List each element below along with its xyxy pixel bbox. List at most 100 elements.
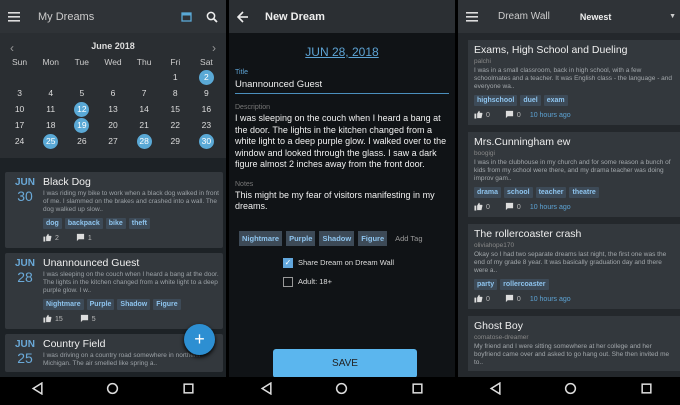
calendar-icon[interactable]	[181, 11, 192, 22]
nav-back-icon[interactable]	[489, 381, 502, 400]
calendar-day[interactable]: 15	[160, 101, 191, 117]
tag-chip[interactable]: theft	[128, 218, 150, 229]
post-card[interactable]: Exams, High School and Dueling palchi I wa…	[468, 40, 680, 125]
calendar-day[interactable]: 16	[191, 101, 222, 117]
back-arrow-icon[interactable]	[237, 10, 249, 23]
description-field[interactable]: I was sleeping on the couch when I heard…	[235, 113, 449, 171]
tag-chip[interactable]: exam	[543, 95, 568, 106]
calendar-day[interactable]: 29	[160, 133, 191, 149]
post-card[interactable]: Mrs.Cunningham ew boogigi I was in the clu…	[468, 132, 680, 217]
nav-recents-icon[interactable]	[411, 382, 424, 400]
adult-checkbox-row[interactable]: Adult: 18+	[283, 276, 449, 287]
nav-recents-icon[interactable]	[640, 382, 653, 400]
tag-chip[interactable]: bike	[105, 218, 126, 229]
calendar-day[interactable]: 13	[97, 101, 128, 117]
tag-chip[interactable]: theatre	[569, 187, 599, 198]
tag-chip[interactable]: Shadow	[319, 230, 355, 246]
comment-icon[interactable]	[80, 314, 89, 325]
thumbs-up-icon[interactable]	[43, 233, 52, 244]
calendar-day[interactable]: 8	[160, 85, 191, 101]
search-icon[interactable]	[206, 11, 218, 23]
add-tag-button[interactable]: Add Tag	[395, 234, 422, 243]
calendar-day[interactable]: 7	[129, 85, 160, 101]
tag-chip[interactable]: dog	[43, 218, 62, 229]
comment-icon[interactable]	[505, 202, 514, 213]
calendar-day[interactable]: 18	[35, 117, 66, 133]
checkbox-icon[interactable]: ✓	[283, 257, 293, 268]
save-button[interactable]: SAVE	[273, 349, 417, 378]
calendar-day[interactable]: 11	[35, 101, 66, 117]
share-checkbox-row[interactable]: ✓ Share Dream on Dream Wall	[283, 257, 449, 268]
comment-icon[interactable]	[505, 294, 514, 305]
calendar-day[interactable]: 28	[129, 133, 160, 149]
tag-chip[interactable]: Figure	[153, 299, 181, 310]
calendar-day[interactable]: 10	[4, 101, 35, 117]
calendar-day[interactable]: 3	[4, 85, 35, 101]
dropdown-icon[interactable]: ▼	[669, 13, 676, 20]
comment-icon[interactable]	[76, 233, 85, 244]
calendar-day[interactable]: 9	[191, 85, 222, 101]
sort-dropdown[interactable]: Newest	[580, 12, 612, 22]
nav-home-icon[interactable]	[106, 382, 119, 400]
nav-back-icon[interactable]	[31, 381, 44, 400]
nav-back-icon[interactable]	[260, 381, 273, 400]
tag-list: party rollercoaster	[474, 279, 676, 290]
calendar-day[interactable]: 21	[129, 117, 160, 133]
prev-month-icon[interactable]: ‹	[10, 41, 14, 55]
tag-chip[interactable]: Figure	[358, 230, 388, 246]
menu-icon[interactable]	[8, 11, 20, 22]
tag-chip[interactable]: Nightmare	[239, 230, 283, 246]
dream-card[interactable]: JUN 28 Unannounced Guest I was sleeping on …	[5, 253, 223, 329]
comment-icon[interactable]	[505, 110, 514, 121]
add-dream-button[interactable]: +	[184, 324, 215, 355]
nav-home-icon[interactable]	[335, 382, 348, 400]
tag-chip[interactable]: Purple	[286, 230, 316, 246]
nav-recents-icon[interactable]	[182, 382, 195, 400]
calendar-day[interactable]: 17	[4, 117, 35, 133]
tag-chip[interactable]: duel	[520, 95, 541, 106]
thumbs-up-icon[interactable]	[474, 294, 483, 305]
dream-date[interactable]: JUN 28, 2018	[235, 45, 449, 59]
calendar-day[interactable]: 30	[191, 133, 222, 149]
calendar-day[interactable]: 19	[66, 117, 97, 133]
post-card[interactable]: Ghost Boy comatose-dreamer My friend and I…	[468, 316, 680, 371]
calendar-day[interactable]: 26	[66, 133, 97, 149]
tag-chip[interactable]: rollercoaster	[500, 279, 549, 290]
calendar-day[interactable]: 27	[97, 133, 128, 149]
calendar-day[interactable]: 23	[191, 117, 222, 133]
tag-chip[interactable]: teacher	[535, 187, 567, 198]
calendar-day[interactable]: 14	[129, 101, 160, 117]
tag-chip[interactable]: Nightmare	[43, 299, 84, 310]
calendar-day[interactable]: 1	[160, 69, 191, 85]
post-card[interactable]: The rollercoaster crash oliviahope170 Okay…	[468, 224, 680, 309]
tag-chip[interactable]: backpack	[64, 218, 103, 229]
dream-card[interactable]: JUN 30 Black Dog I was riding my bike to wo…	[5, 172, 223, 248]
tag-chip[interactable]: Purple	[86, 299, 115, 310]
calendar-day[interactable]: 24	[4, 133, 35, 149]
adult-label: Adult: 18+	[298, 277, 332, 286]
next-month-icon[interactable]: ›	[212, 41, 216, 55]
tag-chip[interactable]: party	[474, 279, 498, 290]
thumbs-up-icon[interactable]	[43, 314, 52, 325]
calendar-day[interactable]: 20	[97, 117, 128, 133]
calendar-day[interactable]: 6	[97, 85, 128, 101]
dream-stats: 15 5	[43, 314, 219, 325]
calendar-day[interactable]: 2	[191, 69, 222, 85]
tag-chip[interactable]: drama	[474, 187, 502, 198]
nav-home-icon[interactable]	[564, 382, 577, 400]
tag-chip[interactable]: highschool	[474, 95, 518, 106]
tag-chip[interactable]: school	[504, 187, 533, 198]
calendar-day[interactable]: 12	[66, 101, 97, 117]
calendar-day[interactable]: 4	[35, 85, 66, 101]
menu-icon[interactable]	[466, 11, 478, 22]
calendar-day[interactable]: 25	[35, 133, 66, 149]
thumbs-up-icon[interactable]	[474, 202, 483, 213]
notes-field[interactable]: This might be my fear of visitors manife…	[235, 190, 449, 213]
thumbs-up-icon[interactable]	[474, 110, 483, 121]
title-field[interactable]: Unannounced Guest	[235, 79, 449, 94]
calendar-day[interactable]: 22	[160, 117, 191, 133]
tag-chip[interactable]: Shadow	[117, 299, 151, 310]
calendar-day[interactable]: 5	[66, 85, 97, 101]
checkbox-icon[interactable]	[283, 276, 293, 287]
tag-list: highschool duel exam	[474, 95, 676, 106]
